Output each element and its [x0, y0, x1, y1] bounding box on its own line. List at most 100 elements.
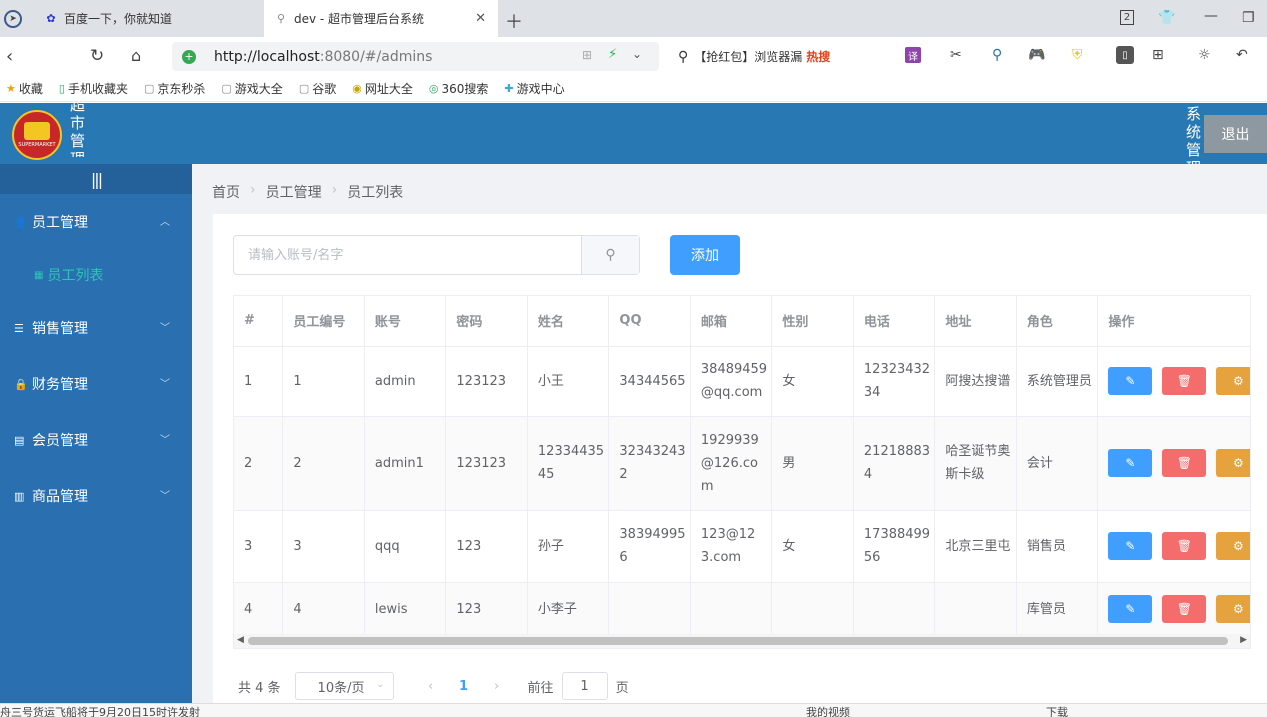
cell-index: 1 — [234, 346, 284, 417]
sidebar-item-label: 员工管理 — [32, 215, 88, 231]
bookmark-games[interactable]: ▢ 游戏大全 — [221, 80, 282, 97]
page-size-select[interactable]: 10条/页 ⌄ — [294, 672, 394, 700]
settings-button[interactable]: ⚙ — [1216, 595, 1250, 623]
edit-button[interactable]: ✎ — [1108, 449, 1153, 477]
restore-icon[interactable]: ❐ — [1242, 10, 1255, 26]
bookmark-mobile[interactable]: ▯ 手机收藏夹 — [59, 80, 128, 97]
shield-icon: + — [182, 49, 196, 64]
next-page-button[interactable]: › — [482, 672, 512, 700]
bookmark-sites[interactable]: ◉ 网址大全 — [352, 80, 413, 97]
scroll-left-arrow-icon[interactable]: ◀ — [237, 635, 244, 645]
gear-icon: ⚙ — [1233, 456, 1244, 470]
bookmark-label: 游戏中心 — [516, 82, 565, 96]
cell-phone: 1738849956 — [853, 510, 936, 583]
settings-button[interactable]: ⚙ — [1216, 367, 1250, 395]
settings-button[interactable]: ⚙ — [1216, 532, 1250, 560]
bookmark-favorites[interactable]: ★ 收藏 — [6, 80, 43, 97]
search-input[interactable] — [234, 236, 581, 274]
cell-employee-no: 4 — [282, 582, 365, 637]
chevron-up-icon: ︿ — [160, 217, 170, 228]
collapse-toggle[interactable]: ||| — [0, 164, 192, 194]
minimize-icon[interactable]: — — [1204, 8, 1218, 24]
book-icon[interactable]: ▯ — [1116, 46, 1134, 64]
download-link[interactable]: 下载 — [1046, 704, 1068, 717]
cell-email — [690, 582, 773, 637]
sidebar-item-goods[interactable]: ▥ 商品管理 ﹀ — [0, 468, 192, 524]
gamepad-icon[interactable]: 🎮 — [1028, 47, 1045, 63]
game-icon: ✚ — [504, 82, 514, 95]
bookmark-jd[interactable]: ▢ 京东秒杀 — [144, 80, 205, 97]
shirt-icon[interactable]: 👕 — [1158, 10, 1175, 26]
cell-phone: 1232343234 — [853, 346, 936, 417]
pagination: 共 4 条 10条/页 ⌄ ‹ 1 › 前往 页 — [238, 672, 629, 700]
delete-button[interactable]: 🗑 — [1162, 367, 1207, 395]
chevron-down-icon: ﹀ — [160, 435, 170, 446]
settings-button[interactable]: ⚙ — [1216, 449, 1250, 477]
horizontal-scrollbar[interactable]: ◀ ▶ — [234, 634, 1250, 648]
page-number-current[interactable]: 1 — [446, 672, 482, 700]
home-icon[interactable]: ⌂ — [131, 46, 141, 65]
chevron-down-icon[interactable]: ⌄ — [632, 47, 642, 61]
news-ticker[interactable]: 舟三号货运飞船将于9月20日15时许发射 — [0, 704, 200, 717]
close-icon[interactable]: ✕ — [475, 11, 486, 26]
delete-button[interactable]: 🗑 — [1162, 595, 1207, 623]
360-icon: ◎ — [428, 82, 439, 95]
search-button[interactable]: ⚲ — [581, 236, 639, 274]
bookmark-game-center[interactable]: ✚ 游戏中心 — [504, 80, 564, 97]
trash-icon: 🗑 — [1176, 374, 1193, 388]
logout-button[interactable]: 退出 — [1204, 115, 1267, 153]
edit-button[interactable]: ✎ — [1108, 367, 1153, 395]
sidebar-item-sales[interactable]: ☰ 销售管理 ﹀ — [0, 300, 192, 356]
magnifier-icon[interactable]: ⚲ — [992, 47, 1002, 63]
brightness-icon[interactable]: ☼ — [1198, 47, 1211, 63]
reload-icon[interactable]: ↻ — [90, 46, 104, 66]
edit-button[interactable]: ✎ — [1108, 595, 1153, 623]
tab-count-badge[interactable]: 2 — [1120, 10, 1134, 25]
scroll-right-arrow-icon[interactable]: ▶ — [1240, 635, 1247, 645]
cell-actions: ✎ 🗑 ⚙ — [1097, 582, 1250, 637]
cell-gender: 女 — [771, 510, 854, 583]
translate-icon[interactable]: 译 — [905, 47, 921, 63]
breadcrumb-home[interactable]: 首页 — [212, 182, 240, 202]
browser-search[interactable]: ⚲ 【抢红包】浏览器漏 热搜 — [668, 42, 898, 71]
page-size-value: 10条/页 — [317, 680, 365, 696]
bookmark-google[interactable]: ▢ 谷歌 — [299, 80, 336, 97]
edit-icon: ✎ — [1125, 374, 1136, 388]
sidebar-subitem-staff-list[interactable]: ▦ 员工列表 — [0, 250, 192, 300]
new-tab-icon[interactable]: ＋ — [505, 8, 523, 34]
undo-icon[interactable]: ↶ — [1236, 47, 1248, 63]
tab-baidu[interactable]: ✿ 百度一下，你就知道 — [34, 0, 264, 37]
prev-page-button[interactable]: ‹ — [416, 672, 446, 700]
back-icon[interactable]: ‹ — [6, 46, 13, 67]
apps-icon[interactable]: ⊞ — [1152, 47, 1164, 63]
delete-button[interactable]: 🗑 — [1162, 532, 1207, 560]
bookmark-360[interactable]: ◎ 360搜索 — [429, 80, 489, 97]
my-video-link[interactable]: 我的视频 — [806, 704, 850, 717]
tab-title: 百度一下，你就知道 — [64, 12, 173, 26]
breadcrumb-staff: 员工管理 — [265, 185, 322, 201]
edit-button[interactable]: ✎ — [1108, 532, 1153, 560]
sidebar: ||| 👤 员工管理 ︿ ▦ 员工列表 ☰ 销售管理 ﹀ 🔒 财务管理 ﹀ ▤ … — [0, 164, 192, 717]
shield-yellow-icon[interactable]: ⛨ — [1072, 47, 1083, 63]
lightning-icon[interactable]: ⚡ — [608, 47, 617, 62]
cell-gender: 男 — [771, 416, 854, 511]
paw-icon: ✿ — [46, 12, 56, 25]
browser-logo-icon[interactable]: ➤ — [4, 10, 22, 28]
delete-button[interactable]: 🗑 — [1162, 449, 1207, 477]
tab-admin[interactable]: ⚲ dev - 超市管理后台系统 ✕ — [264, 0, 498, 37]
cell-name: 小王 — [527, 346, 610, 417]
scrollbar-thumb[interactable] — [248, 637, 1228, 645]
chevron-left-icon: ‹ — [427, 678, 434, 694]
cell-phone: 212188834 — [853, 416, 936, 511]
column-header: # — [234, 296, 284, 347]
sidebar-item-staff[interactable]: 👤 员工管理 ︿ — [0, 194, 192, 250]
sidebar-item-members[interactable]: ▤ 会员管理 ﹀ — [0, 412, 192, 468]
goto-page-input[interactable] — [561, 672, 608, 700]
chevron-down-icon: ﹀ — [160, 323, 170, 334]
grid-icon[interactable]: ⊞ — [582, 48, 592, 62]
address-bar[interactable]: + http://localhost:8080/#/admins ⊞ ⚡ ⌄ — [172, 42, 659, 71]
scissors-icon[interactable]: ✂ — [950, 47, 962, 63]
add-button[interactable]: 添加 — [670, 235, 740, 275]
cell-role: 系统管理员 — [1016, 346, 1099, 417]
sidebar-item-finance[interactable]: 🔒 财务管理 ﹀ — [0, 356, 192, 412]
